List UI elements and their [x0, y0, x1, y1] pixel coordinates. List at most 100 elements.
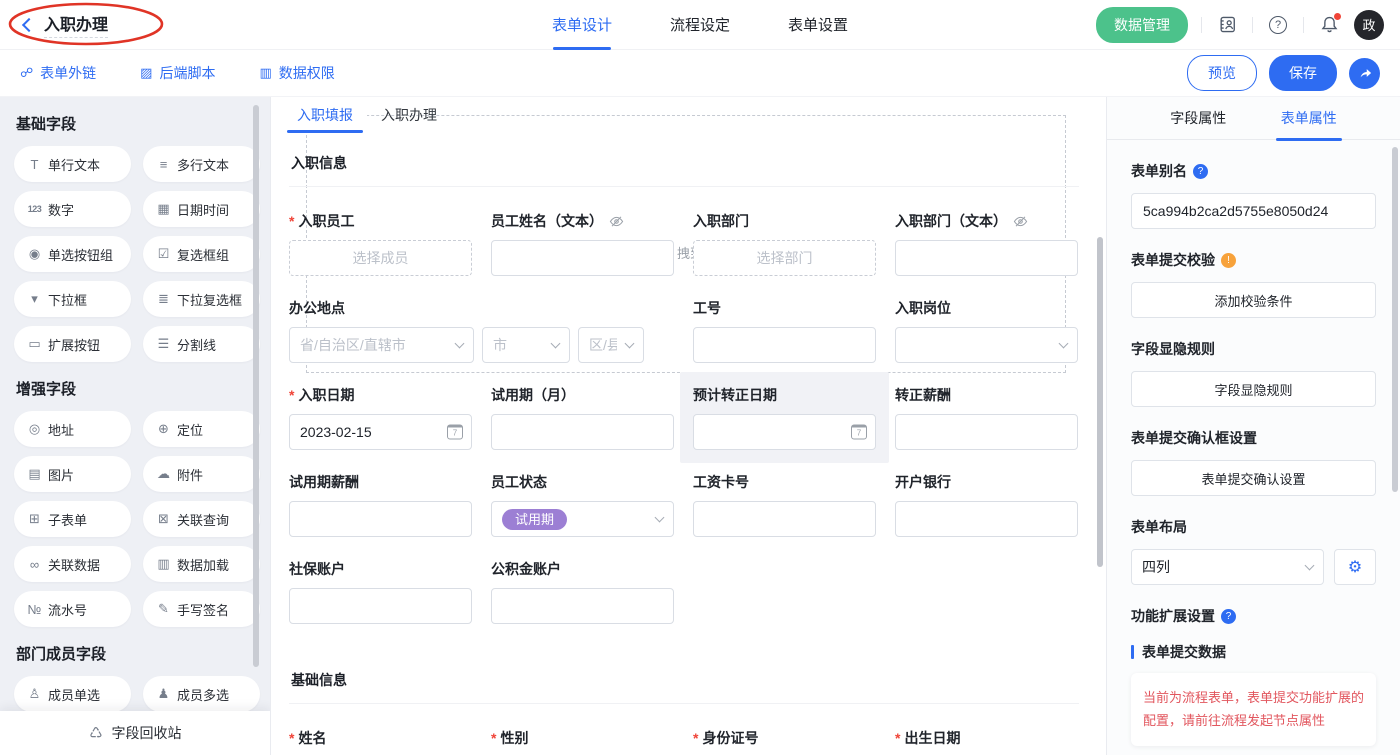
- field-recycle-bin[interactable]: ♺ 字段回收站: [0, 711, 270, 755]
- field-employee-name-text[interactable]: 员工姓名（文本）: [491, 211, 674, 276]
- text-input[interactable]: [491, 240, 674, 276]
- field-onboarding-position[interactable]: 入职岗位: [895, 298, 1078, 363]
- field-item-member-single[interactable]: ♙成员单选: [14, 676, 131, 712]
- field-probation-months[interactable]: 试用期（月）: [491, 385, 674, 450]
- field-item-radio-group[interactable]: ◉单选按钮组: [14, 236, 131, 272]
- data-permission-link[interactable]: ▥ 数据权限: [259, 63, 334, 83]
- text-input[interactable]: [895, 501, 1078, 537]
- text-input[interactable]: [289, 588, 472, 624]
- tab-form-properties[interactable]: 表单属性: [1281, 97, 1337, 140]
- field-item-signature[interactable]: ✎手写签名: [143, 591, 260, 627]
- field-item-datetime[interactable]: ▦日期时间: [143, 191, 260, 227]
- field-office-location[interactable]: 办公地点 省/自治区/直辖市 市 区/县: [289, 298, 674, 363]
- field-item-number[interactable]: 123数字: [14, 191, 131, 227]
- calendar-icon[interactable]: [447, 425, 463, 440]
- field-regular-salary[interactable]: 转正薪酬: [895, 385, 1078, 450]
- tab-form-setting[interactable]: 表单设置: [788, 0, 848, 50]
- field-onboarding-department[interactable]: 拽到 入职部门: [693, 211, 876, 276]
- field-item-divider[interactable]: ☰分割线: [143, 326, 260, 362]
- text-input[interactable]: [895, 414, 1078, 450]
- panel-scrollbar[interactable]: [1392, 147, 1398, 492]
- save-button[interactable]: 保存: [1269, 55, 1337, 91]
- form-external-link[interactable]: ☍ 表单外链: [20, 63, 96, 83]
- field-name[interactable]: 姓名: [289, 728, 472, 755]
- form-alias-input[interactable]: [1131, 193, 1376, 229]
- add-validation-button[interactable]: 添加校验条件: [1131, 282, 1376, 318]
- field-salary-card[interactable]: 工资卡号: [693, 472, 876, 537]
- field-item-location[interactable]: ⊕定位: [143, 411, 260, 447]
- calendar-icon[interactable]: [851, 425, 867, 440]
- field-employee-id[interactable]: 工号: [693, 298, 876, 363]
- field-expected-regular-date[interactable]: 预计转正日期: [680, 372, 889, 463]
- date-input[interactable]: [693, 414, 876, 450]
- text-input[interactable]: [491, 588, 674, 624]
- tab-field-properties[interactable]: 字段属性: [1170, 97, 1226, 140]
- field-item-multi-text[interactable]: ≡多行文本: [143, 146, 260, 182]
- warning-icon[interactable]: [1221, 253, 1236, 268]
- layout-select[interactable]: 四列: [1131, 549, 1324, 585]
- help-icon[interactable]: [1221, 609, 1236, 624]
- position-select[interactable]: [895, 327, 1078, 363]
- target-icon: ⊕: [156, 421, 171, 437]
- preview-button[interactable]: 预览: [1187, 55, 1257, 91]
- status-select[interactable]: 试用期: [491, 501, 674, 537]
- back-title-group[interactable]: 入职办理: [24, 11, 108, 38]
- field-housing-fund[interactable]: 公积金账户: [491, 559, 674, 624]
- tab-flow-setting[interactable]: 流程设定: [670, 0, 730, 50]
- member-picker-input[interactable]: [289, 240, 472, 276]
- back-icon[interactable]: [22, 17, 36, 31]
- field-item-linked-data[interactable]: ∞关联数据: [14, 546, 131, 582]
- field-probation-salary[interactable]: 试用期薪酬: [289, 472, 472, 537]
- field-item-member-multi[interactable]: ♟成员多选: [143, 676, 260, 712]
- field-visibility-button[interactable]: 字段显隐规则: [1131, 371, 1376, 407]
- field-birth-date[interactable]: 出生日期: [895, 728, 1078, 755]
- field-item-data-load[interactable]: ▥数据加载: [143, 546, 260, 582]
- field-bank[interactable]: 开户银行: [895, 472, 1078, 537]
- field-id-number[interactable]: 身份证号: [693, 728, 876, 755]
- date-input[interactable]: [289, 414, 472, 450]
- tab-form-design[interactable]: 表单设计: [552, 0, 612, 50]
- field-item-subform[interactable]: ⊞子表单: [14, 501, 131, 537]
- sidebar-scrollbar[interactable]: [253, 105, 259, 667]
- field-label: 入职岗位: [895, 298, 951, 318]
- notification-bell-icon[interactable]: [1317, 13, 1341, 37]
- help-icon[interactable]: [1193, 164, 1208, 179]
- canvas-tab-onboarding-fill[interactable]: 入职填报: [283, 97, 367, 133]
- field-item-single-text[interactable]: T单行文本: [14, 146, 131, 182]
- data-manage-button[interactable]: 数据管理: [1096, 7, 1188, 43]
- field-item-address[interactable]: ◎地址: [14, 411, 131, 447]
- field-onboarding-department-text[interactable]: 入职部门（文本）: [895, 211, 1078, 276]
- share-button[interactable]: [1349, 58, 1380, 89]
- submit-validation-label: 表单提交校验: [1131, 250, 1376, 270]
- field-social-security[interactable]: 社保账户: [289, 559, 472, 624]
- backend-script-link[interactable]: ▨ 后端脚本: [140, 63, 215, 83]
- city-select[interactable]: 市: [482, 327, 570, 363]
- canvas-tab-onboarding-process[interactable]: 入职办理: [367, 97, 451, 133]
- district-select[interactable]: 区/县: [578, 327, 644, 363]
- submit-confirm-button[interactable]: 表单提交确认设置: [1131, 460, 1376, 496]
- text-input[interactable]: [491, 414, 674, 450]
- field-item-linked-query[interactable]: ⊠关联查询: [143, 501, 260, 537]
- field-item-image[interactable]: ▤图片: [14, 456, 131, 492]
- field-item-serial-number[interactable]: №流水号: [14, 591, 131, 627]
- dept-picker-input[interactable]: [693, 240, 876, 276]
- field-item-multi-dropdown[interactable]: ≣下拉复选框: [143, 281, 260, 317]
- canvas-scrollbar[interactable]: [1097, 237, 1103, 567]
- text-input[interactable]: [693, 327, 876, 363]
- contacts-icon[interactable]: [1215, 13, 1239, 37]
- layout-settings-button[interactable]: ⚙: [1334, 549, 1376, 585]
- field-item-attachment[interactable]: ☁附件: [143, 456, 260, 492]
- field-onboarding-employee[interactable]: 入职员工: [289, 211, 472, 276]
- avatar[interactable]: 政: [1354, 10, 1384, 40]
- field-employee-status[interactable]: 员工状态 试用期: [491, 472, 674, 537]
- field-item-dropdown[interactable]: ▾下拉框: [14, 281, 131, 317]
- field-item-checkbox-group[interactable]: ☑复选框组: [143, 236, 260, 272]
- field-onboarding-date[interactable]: 入职日期: [289, 385, 472, 450]
- text-input[interactable]: [289, 501, 472, 537]
- field-gender[interactable]: 性别: [491, 728, 674, 755]
- text-input[interactable]: [693, 501, 876, 537]
- help-icon[interactable]: ?: [1266, 13, 1290, 37]
- field-item-extend-button[interactable]: ▭扩展按钮: [14, 326, 131, 362]
- text-input[interactable]: [895, 240, 1078, 276]
- province-select[interactable]: 省/自治区/直辖市: [289, 327, 474, 363]
